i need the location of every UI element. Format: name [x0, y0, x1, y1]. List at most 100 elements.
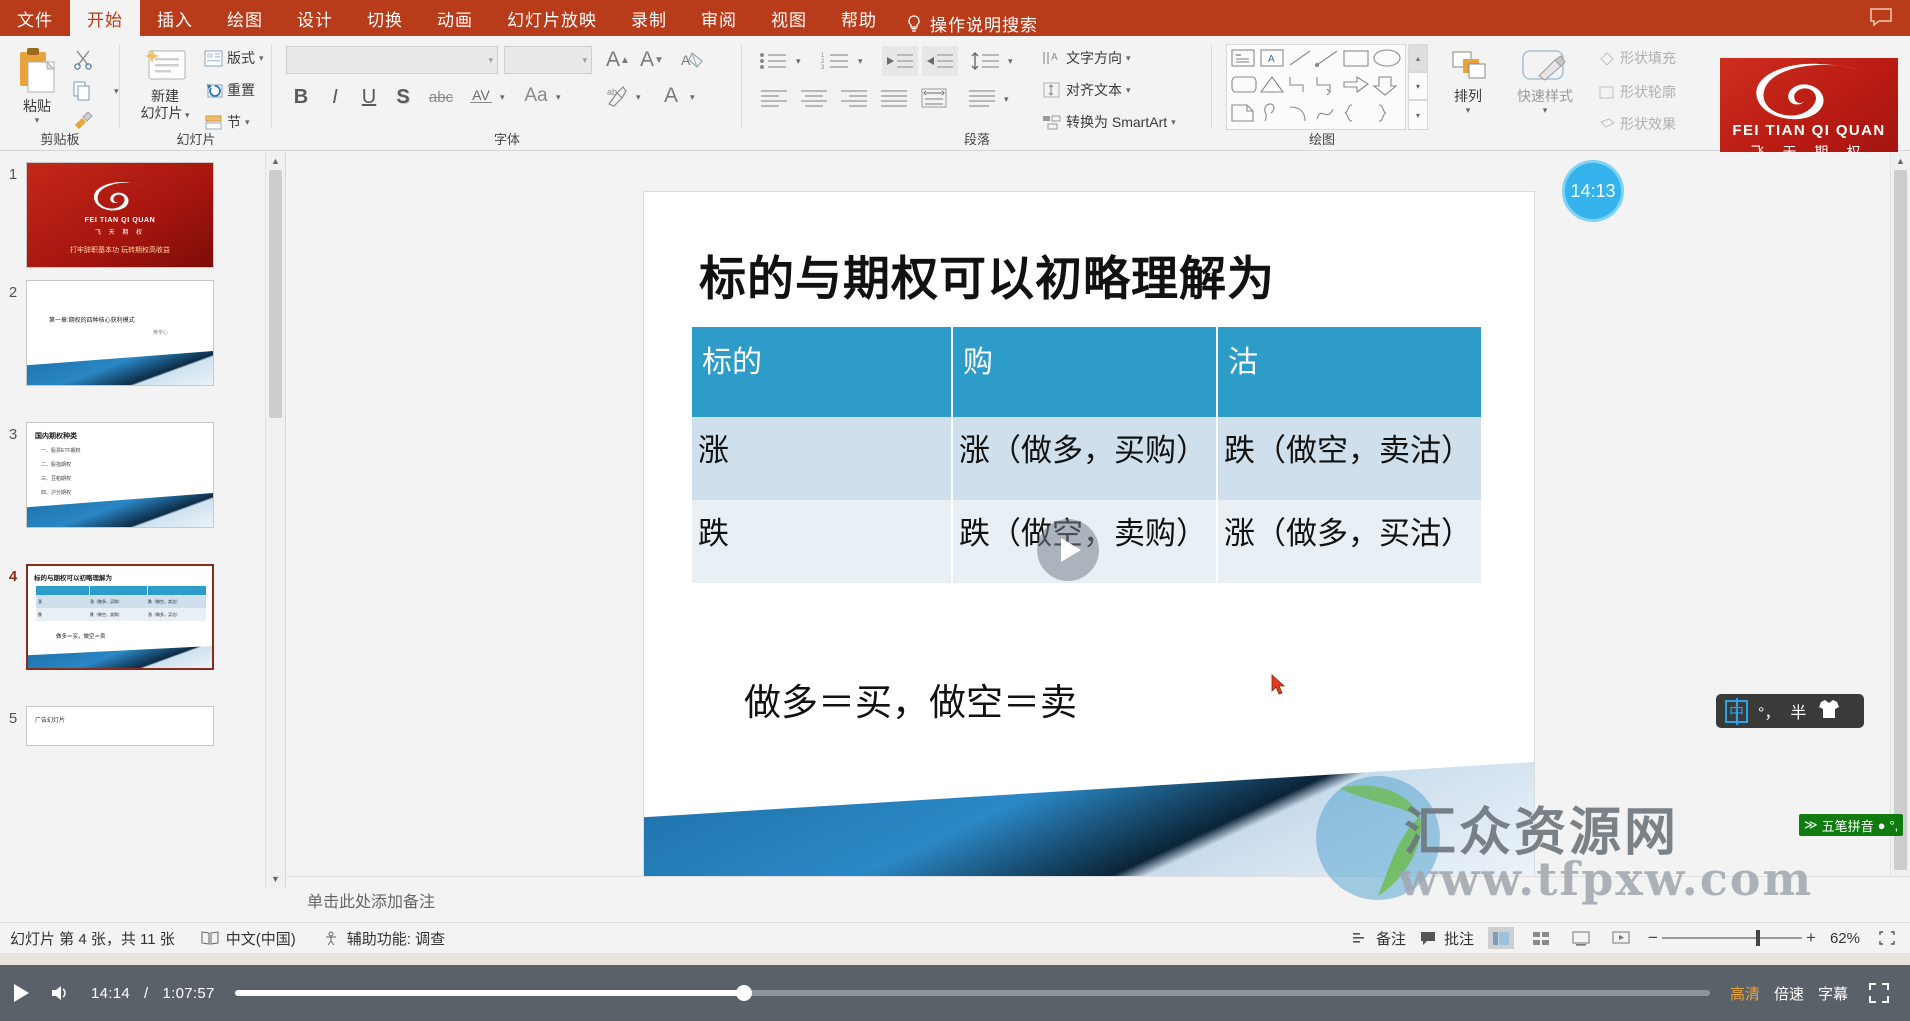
bullets-button[interactable] [756, 46, 792, 76]
notes-toggle-button[interactable]: 备注 [1352, 928, 1406, 949]
quick-styles-chevron-down-icon[interactable]: ▾ [1543, 105, 1548, 116]
layout-button[interactable]: 版式 ▾ [204, 48, 264, 68]
tab-review[interactable]: 审阅 [684, 0, 754, 36]
slide-thumbnail-panel[interactable]: 1 FEI TIAN QI QUAN 飞 天 期 权 打牢辞职基本功 玩转期权高… [0, 152, 286, 888]
accessibility-status[interactable]: 辅助功能: 调查 [322, 928, 445, 949]
align-text-chevron-down-icon[interactable]: ▾ [1126, 85, 1131, 96]
decrease-indent-button[interactable] [882, 46, 918, 76]
distribute-button[interactable] [916, 84, 952, 112]
thumbnail-preview[interactable]: FEI TIAN QI QUAN 飞 天 期 权 打牢辞职基本功 玩转期权高收益 [26, 162, 214, 268]
align-text-button[interactable]: 对齐文本 ▾ [1042, 80, 1131, 100]
shapes-scroll-up-button[interactable]: ▴ [1408, 44, 1428, 72]
tab-help[interactable]: 帮助 [824, 0, 894, 36]
format-painter-button[interactable] [72, 110, 94, 130]
font-size-combo[interactable]: ▾ [504, 46, 592, 74]
tab-animations[interactable]: 动画 [420, 0, 490, 36]
columns-button[interactable] [964, 84, 1000, 112]
zoom-slider[interactable]: − + [1648, 928, 1816, 948]
scrollbar-track[interactable] [266, 170, 285, 870]
align-right-button[interactable] [836, 84, 872, 112]
thumbnail-preview[interactable]: 国内期权种类 一、股票ETF期权 二、股指期权 三、豆粕期权 四、沪分期权 [26, 422, 214, 528]
line-spacing-button[interactable] [968, 46, 1004, 76]
player-quality-button[interactable]: 高清 [1730, 983, 1760, 1004]
tab-design[interactable]: 设计 [280, 0, 350, 36]
shape-effects-button[interactable]: 形状效果 [1598, 114, 1676, 134]
tab-slideshow[interactable]: 幻灯片放映 [490, 0, 614, 36]
player-fullscreen-icon[interactable] [1862, 976, 1896, 1010]
slide-editing-area[interactable]: 标的与期权可以初略理解为 标的 购 沽 涨 涨（做多，买购） 跌（做空，卖沽） … [287, 152, 1890, 888]
text-highlight-button[interactable]: ab [602, 82, 632, 110]
slideshow-button[interactable] [1608, 927, 1634, 949]
thumbnail-scrollbar[interactable]: ▲ ▼ [265, 152, 285, 888]
font-name-chevron-down-icon[interactable]: ▾ [488, 55, 493, 66]
comments-icon[interactable] [1868, 6, 1894, 28]
text-shadow-button[interactable]: S [388, 82, 418, 112]
convert-smartart-chevron-down-icon[interactable]: ▾ [1171, 117, 1176, 128]
reset-button[interactable]: 重置 [204, 80, 255, 100]
paste-button[interactable]: 粘贴 ▾ [6, 46, 68, 126]
shape-fill-button[interactable]: 形状填充 [1598, 48, 1676, 68]
tab-file[interactable]: 文件 [0, 0, 70, 36]
zoom-handle[interactable] [1756, 930, 1760, 946]
columns-chevron-down-icon[interactable]: ▾ [1004, 94, 1009, 105]
normal-view-button[interactable] [1488, 927, 1514, 949]
shape-outline-button[interactable]: 形状轮廓 [1598, 82, 1676, 102]
player-progress-handle[interactable] [736, 985, 752, 1001]
player-play-icon[interactable] [14, 984, 29, 1002]
increase-indent-button[interactable] [922, 46, 958, 76]
align-left-button[interactable] [756, 84, 792, 112]
underline-button[interactable]: U [354, 82, 384, 112]
font-color-chevron-down-icon[interactable]: ▾ [690, 92, 695, 103]
zoom-track[interactable] [1662, 937, 1802, 939]
character-spacing-chevron-down-icon[interactable]: ▾ [500, 92, 505, 103]
copy-button[interactable]: ▾ [72, 80, 119, 102]
player-subtitles-button[interactable]: 字幕 [1818, 983, 1848, 1004]
zoom-in-button[interactable]: + [1806, 930, 1816, 946]
slide-area-scrollbar[interactable]: ▲ ▼ [1890, 152, 1910, 888]
text-direction-button[interactable]: A 文字方向 ▾ [1042, 48, 1131, 68]
zoom-out-button[interactable]: − [1648, 930, 1658, 946]
thumbnail-preview[interactable]: 第一章:期权的四种核心获利模式 黄学心 [26, 280, 214, 386]
comments-toggle-button[interactable]: 批注 [1420, 928, 1474, 949]
bullets-chevron-down-icon[interactable]: ▾ [796, 56, 801, 67]
ime-skin-icon[interactable] [1816, 698, 1842, 725]
ime-tooltip[interactable]: ≫ 五笔拼音 ● °, [1799, 814, 1903, 836]
tab-home[interactable]: 开始 [70, 0, 140, 36]
zoom-percentage[interactable]: 62% [1830, 930, 1860, 947]
ime-width-button[interactable]: 半 [1790, 699, 1806, 723]
font-color-button[interactable]: A [656, 82, 686, 110]
numbering-button[interactable]: 1 2 3 [818, 46, 854, 76]
slide-count-status[interactable]: 幻灯片 第 4 张，共 11 张 [10, 928, 175, 949]
tab-record[interactable]: 录制 [614, 0, 684, 36]
copy-chevron-down-icon[interactable]: ▾ [114, 86, 119, 97]
reading-view-button[interactable] [1568, 927, 1594, 949]
cut-button[interactable] [72, 48, 94, 70]
new-slide-button[interactable]: 新建 幻灯片 ▾ [130, 46, 200, 124]
line-spacing-chevron-down-icon[interactable]: ▾ [1008, 56, 1013, 67]
player-progress-bar[interactable] [235, 990, 1710, 996]
layout-chevron-down-icon[interactable]: ▾ [259, 53, 264, 64]
tab-view[interactable]: 视图 [754, 0, 824, 36]
justify-button[interactable] [876, 84, 912, 112]
clear-formatting-button[interactable]: A [676, 46, 708, 74]
thumbnail-item-5[interactable]: 5 广告幻灯片 [0, 706, 272, 746]
video-player-controls[interactable]: 14:14 / 1:07:57 高清 倍速 字幕 [0, 965, 1910, 1021]
video-play-button[interactable] [1037, 519, 1099, 581]
ime-mode-button[interactable]: 中 [1725, 700, 1748, 723]
change-case-button[interactable]: Aa [518, 82, 554, 110]
player-volume-icon[interactable] [43, 976, 77, 1010]
thumbnail-item-3[interactable]: 3 国内期权种类 一、股票ETF期权 二、股指期权 三、豆粕期权 四、沪分期权 [0, 422, 272, 528]
italic-button[interactable]: I [320, 82, 350, 112]
scrollbar-thumb[interactable] [1894, 170, 1907, 870]
strikethrough-button[interactable]: abc [424, 84, 458, 110]
shapes-more-button[interactable]: ▾ [1408, 100, 1428, 130]
scroll-up-arrow-icon[interactable]: ▲ [1891, 152, 1910, 170]
tell-me-search[interactable]: 操作说明搜索 [906, 11, 1038, 36]
section-chevron-down-icon[interactable]: ▾ [245, 117, 250, 128]
align-center-button[interactable] [796, 84, 832, 112]
scroll-down-arrow-icon[interactable]: ▼ [266, 870, 285, 888]
thumbnail-item-4[interactable]: 4 标的与期权可以初略理解为 涨 涨（做多，买购） 跌（做空，卖沽） 跌 跌（做… [0, 564, 272, 670]
thumbnail-item-2[interactable]: 2 第一章:期权的四种核心获利模式 黄学心 [0, 280, 272, 386]
bold-button[interactable]: B [286, 82, 316, 112]
change-case-chevron-down-icon[interactable]: ▾ [556, 92, 561, 103]
